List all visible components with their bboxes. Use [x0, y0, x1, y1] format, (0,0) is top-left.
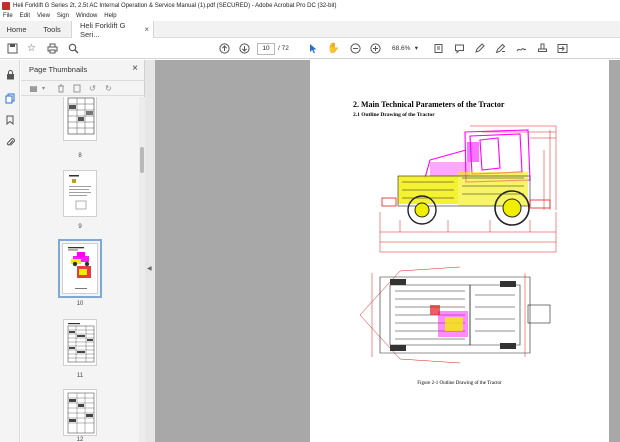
hand-tool-icon[interactable]: ✋ [327, 42, 340, 55]
tab-tools[interactable]: Tools [35, 21, 69, 38]
next-page-icon[interactable] [238, 42, 251, 55]
thumbnail-page-12[interactable] [63, 389, 97, 436]
insert-page-icon[interactable] [71, 83, 82, 94]
thumbnail-list: 8 9 10 11 12 [21, 97, 139, 442]
tractor-top-view-drawing [359, 266, 551, 364]
share-icon[interactable] [556, 42, 569, 55]
menu-help[interactable]: Help [104, 13, 116, 19]
delete-icon[interactable] [55, 83, 66, 94]
section-title: 2. Main Technical Parameters of the Trac… [353, 100, 505, 109]
thumbnail-tools: ▤ ▾ ↺ ↻ [21, 80, 145, 96]
rotate-ccw-icon[interactable]: ↺ [87, 83, 98, 94]
thumbnail-label: 10 [76, 301, 84, 307]
document-view[interactable]: 2. Main Technical Parameters of the Trac… [155, 60, 620, 442]
close-tab-icon[interactable]: × [144, 25, 149, 34]
comment-icon[interactable] [453, 42, 466, 55]
title-bar: Heli Forklift G Series 2t, 2.5t AC Inter… [0, 0, 620, 11]
tab-document[interactable]: Heli Forklift G Seri... × [71, 20, 154, 39]
print-icon[interactable] [46, 42, 59, 55]
menu-sign[interactable]: Sign [57, 13, 69, 19]
thumbnail-page-8[interactable] [63, 97, 97, 141]
page-total: / 72 [278, 45, 289, 52]
thumbnail-label: 12 [76, 437, 84, 442]
menu-view[interactable]: View [37, 13, 50, 19]
menu-edit[interactable]: Edit [20, 13, 30, 19]
thumbnail-label: 8 [78, 153, 82, 159]
toolbar: ☆ 10 / 72 ✋ 68.6% ▾ [0, 38, 620, 59]
attachment-icon[interactable] [4, 136, 16, 148]
panel-splitter[interactable]: ◀ [145, 60, 155, 442]
thumbnail-label: 11 [76, 373, 84, 379]
page-thumbnails-panel: Page Thumbnails × ▤ ▾ ↺ ↻ 8 9 10 11 12 [21, 60, 145, 442]
acrobat-app-icon [2, 1, 10, 10]
chevron-down-icon: ▾ [414, 45, 418, 52]
search-icon[interactable] [67, 42, 80, 55]
zoom-level-dropdown[interactable]: 68.6% ▾ [390, 43, 420, 55]
tab-document-label: Heli Forklift G Seri... [80, 20, 126, 39]
tractor-side-view-drawing [379, 125, 557, 253]
pdf-page: 2. Main Technical Parameters of the Trac… [310, 60, 609, 442]
zoom-level: 68.6% [392, 45, 411, 52]
tab-bar: Home Tools Heli Forklift G Seri... × [0, 20, 620, 39]
draw-icon[interactable] [494, 42, 507, 55]
zoom-out-icon[interactable] [349, 42, 362, 55]
chevron-down-icon[interactable]: ▾ [38, 83, 49, 94]
zoom-in-icon[interactable] [369, 42, 382, 55]
page-number-input[interactable]: 10 [257, 43, 275, 55]
page-thumbnails-icon[interactable] [4, 92, 16, 104]
thumbnail-page-11[interactable] [63, 319, 97, 366]
stamp-icon[interactable] [536, 42, 549, 55]
collapse-panel-icon[interactable]: ◀ [147, 265, 152, 272]
save-icon[interactable] [6, 42, 19, 55]
bookmark-star-icon[interactable]: ☆ [25, 42, 38, 55]
figure-caption: Figure 2-1 Outline Drawing of the Tracto… [417, 381, 502, 386]
fit-page-icon[interactable] [432, 42, 445, 55]
bookmark-icon[interactable] [4, 114, 16, 126]
thumbnail-page-10[interactable] [58, 239, 102, 298]
select-cursor-icon[interactable] [307, 42, 320, 55]
rotate-cw-icon[interactable]: ↻ [103, 83, 114, 94]
menu-window[interactable]: Window [76, 13, 97, 19]
subsection-title: 2.1 Outline Drawing of the Tractor [353, 112, 435, 118]
previous-page-icon[interactable] [218, 42, 231, 55]
tab-home[interactable]: Home [0, 21, 33, 38]
window-title: Heli Forklift G Series 2t, 2.5t AC Inter… [13, 2, 337, 9]
highlight-pen-icon[interactable] [473, 42, 486, 55]
lock-icon[interactable] [4, 69, 16, 81]
sign-icon[interactable] [515, 42, 528, 55]
menu-file[interactable]: File [3, 13, 13, 19]
thumbnail-label: 9 [78, 224, 82, 230]
left-tool-rail [0, 60, 20, 442]
thumbnail-page-9[interactable] [63, 170, 97, 217]
close-panel-icon[interactable]: × [132, 63, 138, 74]
panel-title: Page Thumbnails [29, 65, 88, 74]
scrollbar-thumb[interactable] [140, 147, 144, 173]
menu-bar: File Edit View Sign Window Help [0, 11, 620, 21]
